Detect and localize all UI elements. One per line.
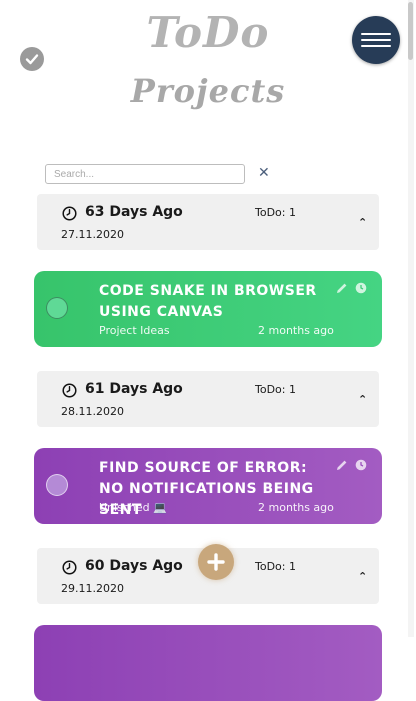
days-ago-label: 63 Days Ago: [85, 204, 183, 220]
day-group-header[interactable]: 63 Days Ago 27.11.2020 ToDo: 1 ⌃: [37, 194, 379, 250]
task-time-ago: 2 months ago: [258, 501, 334, 514]
todo-count: ToDo: 1: [255, 383, 296, 396]
days-ago-label: 60 Days Ago: [85, 558, 183, 574]
chevron-up-icon[interactable]: ⌃: [358, 393, 367, 406]
task-card[interactable]: CODE SNAKE IN BROWSER USING CANVAS Proje…: [34, 271, 382, 347]
task-time-ago: 2 months ago: [258, 324, 334, 337]
date-label: 29.11.2020: [61, 582, 124, 595]
app-subtitle: Projects: [130, 72, 286, 110]
scrollbar-thumb[interactable]: [408, 2, 413, 60]
days-ago-label: 61 Days Ago: [85, 381, 183, 397]
complete-toggle[interactable]: [46, 297, 68, 319]
date-label: 28.11.2020: [61, 405, 124, 418]
task-card[interactable]: FIND SOURCE OF ERROR: NO NOTIFICATIONS B…: [34, 448, 382, 524]
menu-button[interactable]: [352, 16, 400, 64]
clock-icon[interactable]: [355, 279, 367, 294]
plus-icon: [207, 553, 225, 571]
task-category: Project Ideas: [99, 324, 170, 337]
scrollbar-track[interactable]: [408, 0, 414, 637]
task-category: Unisched 💻: [99, 501, 167, 514]
chevron-up-icon[interactable]: ⌃: [358, 216, 367, 229]
day-group-header[interactable]: 61 Days Ago 28.11.2020 ToDo: 1 ⌃: [37, 371, 379, 427]
clock-icon: [62, 560, 77, 575]
complete-toggle[interactable]: [46, 474, 68, 496]
search-input[interactable]: [45, 164, 245, 184]
task-title: CODE SNAKE IN BROWSER USING CANVAS: [99, 283, 317, 320]
edit-pencil-icon[interactable]: [336, 279, 348, 293]
add-task-button[interactable]: [198, 544, 234, 580]
todo-count: ToDo: 1: [255, 206, 296, 219]
clock-icon: [62, 383, 77, 398]
chevron-up-icon[interactable]: ⌃: [358, 570, 367, 583]
edit-pencil-icon[interactable]: [336, 456, 348, 470]
clock-icon[interactable]: [355, 456, 367, 471]
date-label: 27.11.2020: [61, 228, 124, 241]
clear-search-icon[interactable]: ✕: [258, 165, 270, 181]
todo-count: ToDo: 1: [255, 560, 296, 573]
hamburger-menu-icon: [361, 29, 391, 51]
clock-icon: [62, 206, 77, 221]
task-card-partial[interactable]: [34, 625, 382, 701]
